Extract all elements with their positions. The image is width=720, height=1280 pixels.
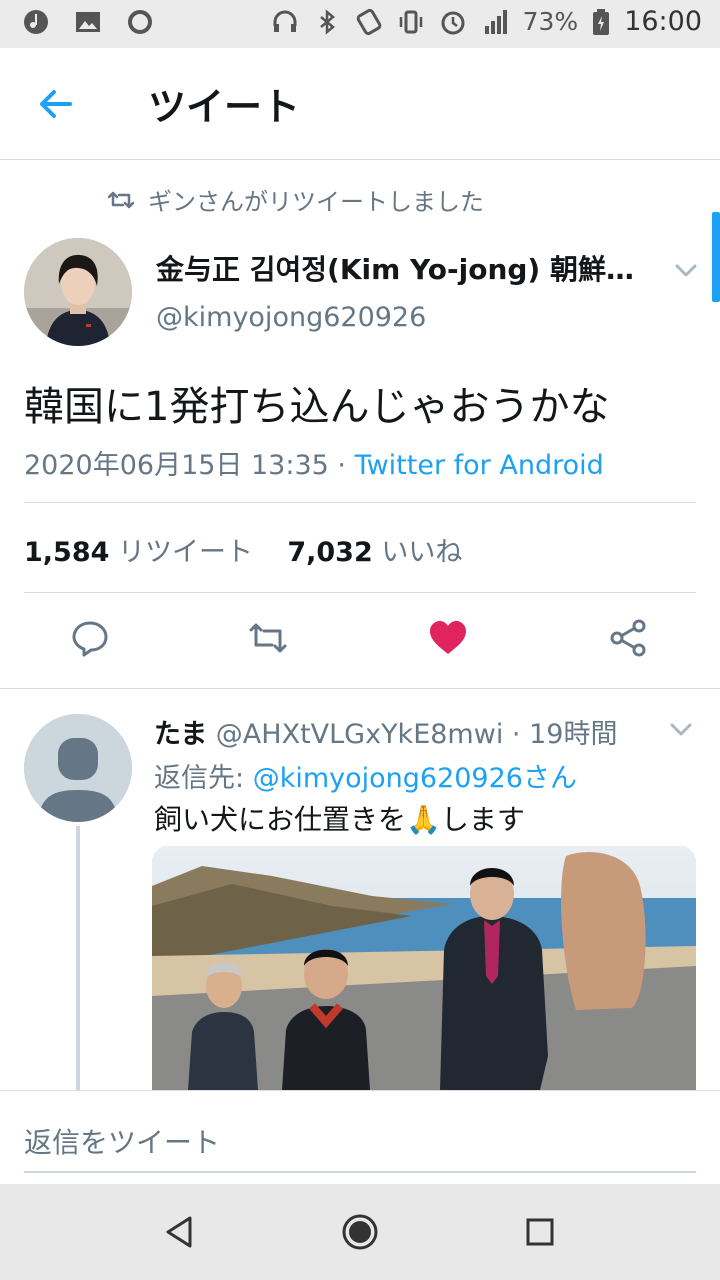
battery-icon [593,8,610,35]
tweet-stats: 1,584 リツイート 7,032 いいね [24,530,462,569]
status-bar: 73% 16:00 [0,0,720,48]
nav-recents-icon[interactable] [520,1212,560,1252]
retweet-count[interactable]: 1,584 [24,537,109,568]
app-header: ツイート [0,48,720,160]
tweet-text: 韓国に1発打ち込んじゃおうかな [24,384,610,430]
heart-icon[interactable] [428,618,468,658]
pray-emoji: 🙏 [406,803,441,836]
tweet-meta: 2020年06月15日 13:35 · Twitter for Android [24,443,604,482]
bluetooth-icon [319,8,335,35]
author-handle[interactable]: @kimyojong620926 [156,302,426,333]
chevron-down-icon[interactable] [668,716,694,742]
reply-time: · 19時間 [511,719,618,750]
divider [24,592,696,593]
retweet-context[interactable]: ギンさんがリツイートしました [108,182,484,217]
tweet-source[interactable]: Twitter for Android [355,450,604,481]
retweet-label[interactable]: リツイート [118,537,253,568]
retweet-icon[interactable] [248,618,288,658]
back-arrow-icon[interactable] [34,82,78,126]
thread-line [76,826,80,1090]
reply-input[interactable]: 返信をツイート [24,1091,696,1173]
reply-author-handle[interactable]: @AHXtVLGxYkE8mwi [216,719,504,750]
reply-avatar[interactable] [24,714,132,822]
like-label[interactable]: いいね [381,537,462,568]
divider [0,688,720,689]
reply-text-before: 飼い犬にお仕置きを [154,803,407,836]
signal-icon [484,9,507,34]
author-name[interactable]: 金与正 김여정(Kim Yo-jong) 朝鮮民… [156,248,656,288]
nfc-icon [356,8,381,35]
divider [24,502,696,503]
vibrate-icon [399,10,422,33]
reply-composer: 返信をツイート [0,1090,720,1184]
reply-icon[interactable] [70,618,110,658]
chevron-down-icon[interactable] [672,256,700,284]
navigation-bar [0,1184,720,1280]
meta-separator: · [328,450,355,481]
retweet-context-label: ギンさんがリツイートしました [148,188,484,216]
like-count[interactable]: 7,032 [287,537,372,568]
reply-to-label: 返信先: [154,763,253,794]
alarm-icon [441,11,465,34]
headset-icon [273,10,297,32]
reply-to: 返信先: @kimyojong620926さん [154,756,577,795]
reply-author-name[interactable]: たま [154,719,207,750]
page-title: ツイート [148,85,301,129]
avatar[interactable] [24,238,132,346]
tweet-date: 2020年06月15日 13:35 [24,450,329,481]
reply-text: 飼い犬にお仕置きを🙏します [154,798,525,838]
battery-percent: 73% [522,7,579,36]
share-icon[interactable] [608,618,648,658]
nav-back-icon[interactable] [160,1212,200,1252]
music-icon [24,10,48,34]
retweet-small-icon [108,191,134,208]
nav-home-icon[interactable] [340,1212,380,1252]
reply-media-image[interactable] [152,846,696,1090]
image-icon [76,12,100,32]
reply-header[interactable]: たま @AHXtVLGxYkE8mwi · 19時間 [154,712,617,751]
scrollbar[interactable] [712,212,720,302]
clock: 16:00 [624,6,702,37]
reply-text-after: します [440,803,525,836]
reply-to-mention[interactable]: @kimyojong620926さん [253,763,577,794]
sync-icon [128,10,152,34]
tweet-actions [0,600,720,688]
